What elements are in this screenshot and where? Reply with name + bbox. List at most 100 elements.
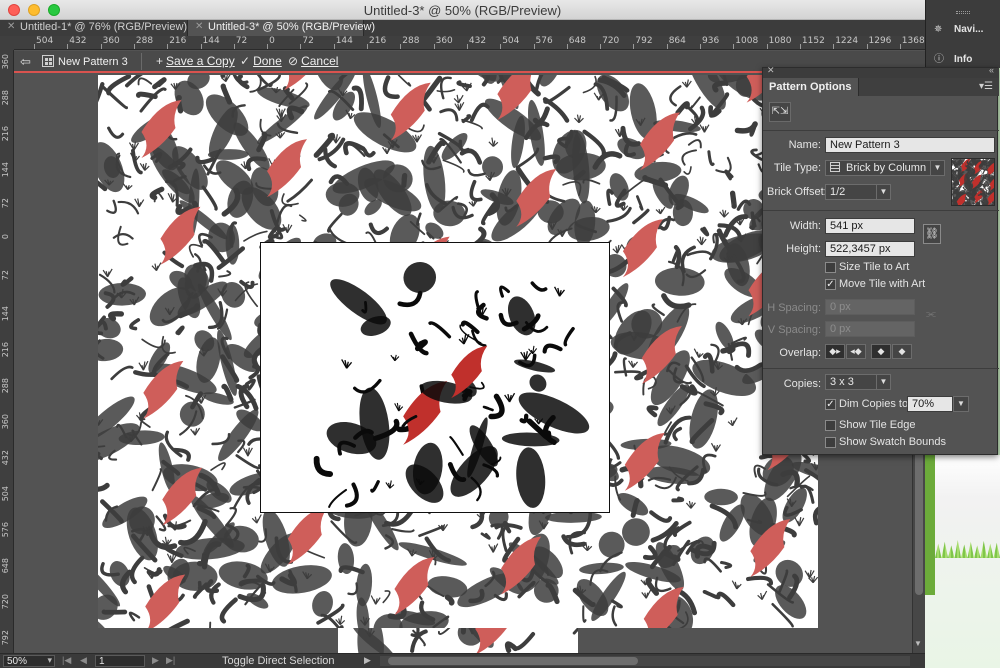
horizontal-scroll-thumb[interactable] <box>388 657 638 665</box>
ruler-tick <box>533 44 535 49</box>
close-tab-icon[interactable]: ✕ <box>195 21 203 32</box>
dock-grip-icon[interactable] <box>956 11 970 14</box>
status-text[interactable]: Toggle Direct Selection <box>222 655 335 667</box>
show-swatch-bounds-label[interactable]: Show Swatch Bounds <box>839 436 946 448</box>
close-panel-icon[interactable]: ✕ <box>767 65 775 76</box>
prev-artboard-icon[interactable]: ◀ <box>80 655 87 666</box>
vertical-ruler[interactable]: 360 288 216 144 72 0 72 144 216 288 360 432 504 576 64… <box>0 50 14 653</box>
ink-motif <box>316 536 468 628</box>
doc-tab-untitled-3[interactable]: ✕ Untitled-3* @ 50% (RGB/Preview) <box>188 20 375 36</box>
artboard-number-select[interactable]: 1 <box>95 655 145 667</box>
ink-motif <box>352 628 578 653</box>
ruler-tick-label: 1008 <box>735 36 759 46</box>
plus-icon: + <box>156 54 164 68</box>
dim-copies-checkbox[interactable]: ✓ <box>825 399 836 410</box>
divider <box>763 368 999 369</box>
window-titlebar: Untitled-3* @ 50% (RGB/Preview) <box>0 0 925 20</box>
done-button[interactable]: ✓ Done <box>240 54 282 68</box>
size-tile-to-art-checkbox[interactable] <box>825 262 836 273</box>
ruler-tick <box>566 44 568 49</box>
close-tab-icon[interactable]: ✕ <box>7 21 15 32</box>
dim-copies-input[interactable]: 70% <box>907 396 953 412</box>
height-label: Height: <box>786 243 821 255</box>
ruler-tick-label: 72 <box>1 198 10 209</box>
doc-tab-label: Untitled-1* @ 76% (RGB/Preview) <box>20 21 188 33</box>
save-a-copy-button[interactable]: + Save a Copy <box>156 54 235 68</box>
overlap-right-in-front-icon[interactable]: ◂◆ <box>846 344 866 359</box>
ruler-tick-label: 1152 <box>801 36 825 46</box>
horizontal-scrollbar[interactable] <box>380 656 910 666</box>
show-tile-edge-checkbox[interactable] <box>825 420 836 431</box>
brick-offset-select[interactable]: 1/2 ▼ <box>825 184 891 200</box>
first-artboard-icon[interactable]: |◀ <box>62 655 71 666</box>
dim-copies-label[interactable]: Dim Copies to: <box>839 398 911 410</box>
width-input[interactable]: 541 px <box>825 218 915 234</box>
plant-stem-shape <box>925 455 935 595</box>
navigator-icon: ✵ <box>934 24 943 35</box>
ruler-tick-label: 288 <box>1 378 10 394</box>
tile-type-select[interactable]: Brick by Column ▼ <box>825 160 945 176</box>
collapse-panel-icon[interactable]: « <box>989 65 994 75</box>
scroll-down-arrow-icon[interactable]: ▼ <box>914 639 922 648</box>
status-bar: 50% |◀ ◀ 1 ▶ ▶| Toggle Direct Selection … <box>0 653 925 668</box>
pattern-options-panel: ✕ « Pattern Options ▾☰ ⇱⇲ Name: New Patt… <box>762 65 999 455</box>
ruler-tick <box>500 44 502 49</box>
done-label: Done <box>253 54 282 68</box>
navigator-panel-button[interactable]: ✵ Navi... <box>934 24 983 42</box>
status-menu-arrow-icon[interactable]: ▶ <box>364 655 371 666</box>
panel-menu-icon[interactable]: ▾☰ <box>979 81 993 92</box>
ruler-tick-label: 360 <box>435 36 453 46</box>
pattern-tile-bounds[interactable] <box>260 242 610 513</box>
v-spacing-input[interactable]: 0 px <box>825 321 915 337</box>
tile-type-label: Tile Type: <box>773 162 821 174</box>
overlap-left-in-front-icon[interactable]: ◆▸ <box>825 344 845 359</box>
last-artboard-icon[interactable]: ▶| <box>166 655 175 666</box>
checkmark-icon: ✓ <box>240 54 251 68</box>
ruler-origin[interactable] <box>0 36 14 50</box>
pattern-tile-artwork[interactable] <box>261 243 610 513</box>
panel-header[interactable]: ✕ « <box>763 65 999 78</box>
ruler-tick-label: 288 <box>402 36 420 46</box>
divider <box>141 53 142 70</box>
move-tile-with-art-checkbox[interactable]: ✓ <box>825 279 836 290</box>
move-tile-with-art-label[interactable]: Move Tile with Art <box>839 278 925 290</box>
pattern-name-input[interactable]: New Pattern 3 <box>825 137 995 153</box>
show-tile-edge-label[interactable]: Show Tile Edge <box>839 419 915 431</box>
overlap-top-in-front-icon[interactable]: ◆ <box>871 344 891 359</box>
zoom-select[interactable]: 50% <box>3 655 55 667</box>
ruler-tick <box>833 44 835 49</box>
brick-by-column-icon <box>830 162 840 172</box>
horizontal-ruler[interactable]: 504 432 360 288 216 144 72 0 72 144 216 288 360 432 50… <box>14 36 925 50</box>
next-artboard-icon[interactable]: ▶ <box>152 655 159 666</box>
back-arrow-icon[interactable]: ⇦ <box>20 54 36 69</box>
cancel-button[interactable]: ⊘ Cancel <box>288 54 338 68</box>
pattern-swatch-preview <box>951 158 995 206</box>
copies-select[interactable]: 3 x 3 ▼ <box>825 374 891 390</box>
ruler-tick <box>600 44 602 49</box>
artboard-extension <box>338 628 578 653</box>
overlap-bottom-in-front-icon[interactable]: ◆ <box>892 344 912 359</box>
link-spacing-icon[interactable]: ⫘ <box>926 308 938 324</box>
copies-label: Copies: <box>783 378 821 390</box>
chevron-down-icon: ▼ <box>876 375 890 389</box>
doc-tab-untitled-1[interactable]: ✕ Untitled-1* @ 76% (RGB/Preview) <box>0 20 188 36</box>
ruler-tick-label: 648 <box>568 36 586 46</box>
name-label: Name: <box>788 139 821 151</box>
link-dimensions-icon[interactable]: ⛓ <box>923 224 941 244</box>
ruler-tick-label: 144 <box>1 162 10 178</box>
brick-offset-label: Brick Offset: <box>767 186 827 198</box>
pattern-tile-tool-button[interactable]: ⇱⇲ <box>769 102 791 122</box>
height-input[interactable]: 522,3457 px <box>825 241 915 257</box>
tab-pattern-options[interactable]: Pattern Options <box>763 78 859 96</box>
info-panel-button[interactable]: ⓘ Info <box>934 50 972 68</box>
width-label: Width: <box>789 220 821 232</box>
copies-value: 3 x 3 <box>830 376 854 388</box>
ruler-tick-label: 72 <box>1 270 10 281</box>
show-swatch-bounds-checkbox[interactable] <box>825 437 836 448</box>
ruler-tick <box>633 44 635 49</box>
ruler-tick <box>200 44 202 49</box>
h-spacing-input[interactable]: 0 px <box>825 299 915 315</box>
ruler-tick <box>733 44 735 49</box>
dim-copies-dropdown[interactable]: ▼ <box>953 396 969 412</box>
size-tile-to-art-label[interactable]: Size Tile to Art <box>839 261 909 273</box>
